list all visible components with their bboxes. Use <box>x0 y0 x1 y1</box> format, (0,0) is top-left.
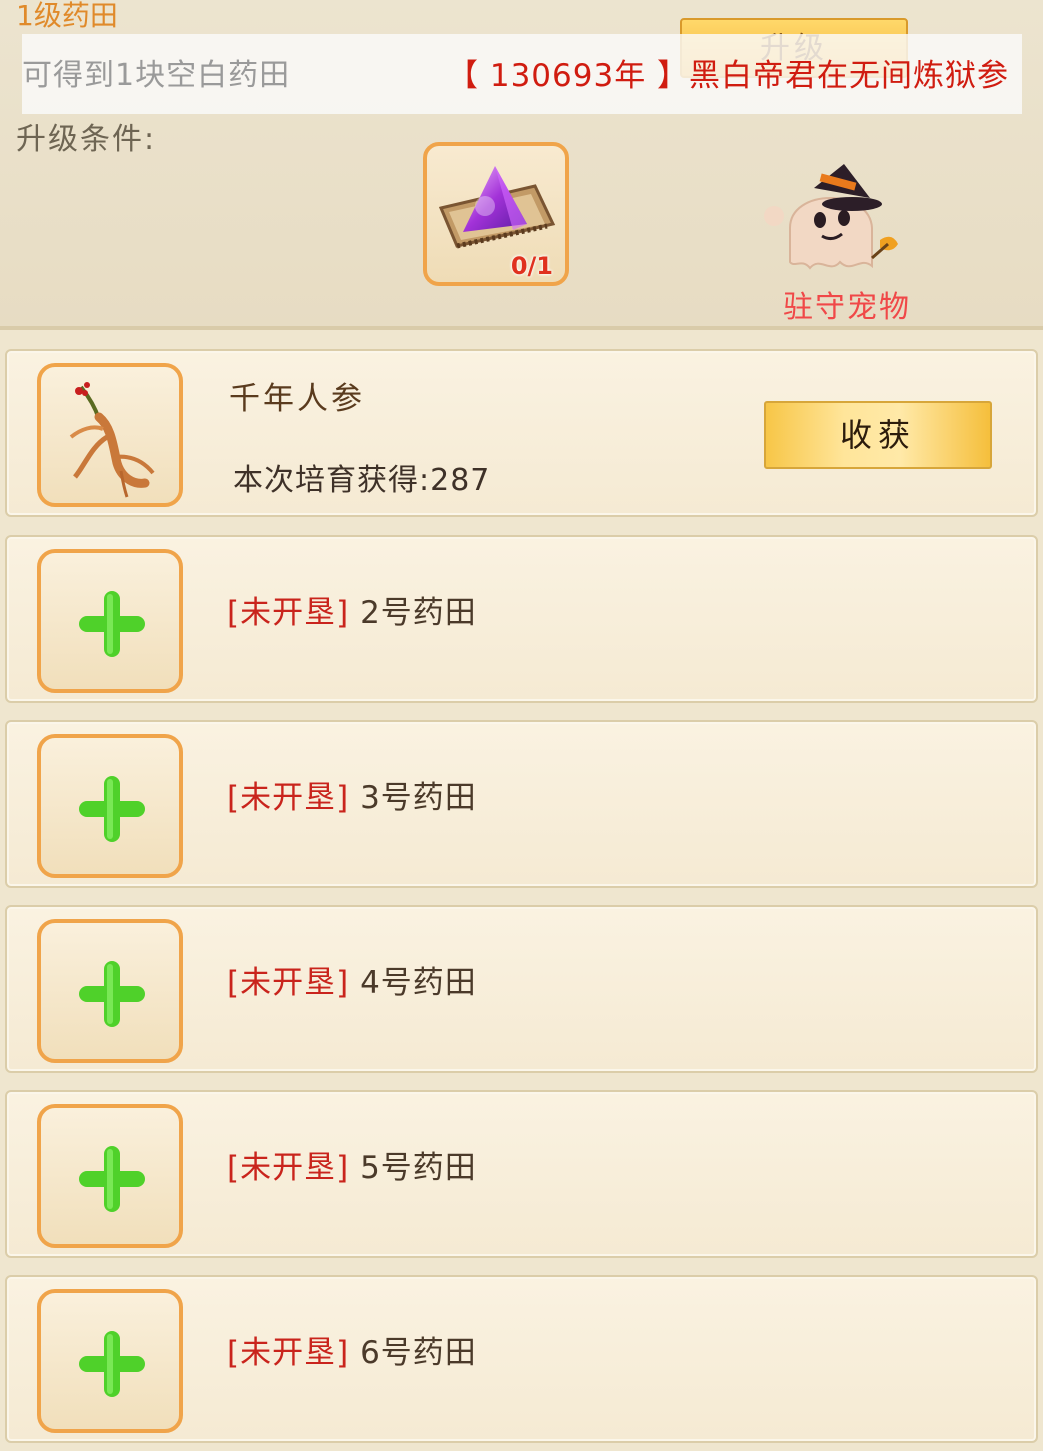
field-status: [未开垦] <box>227 1335 350 1371</box>
guard-pet-label: 驻守宠物 <box>783 290 911 325</box>
field-row-6: [未开垦] 6号药田 <box>5 1275 1038 1443</box>
add-field-slot[interactable] <box>37 734 183 878</box>
field-label: [未开垦] 4号药田 <box>227 957 477 1002</box>
field-status: [未开垦] <box>227 965 350 1001</box>
plant-yield: 本次培育获得:287 <box>233 463 491 498</box>
add-field-slot[interactable] <box>37 1104 183 1248</box>
plus-icon <box>79 776 145 842</box>
field-label: [未开垦] 5号药田 <box>227 1142 477 1187</box>
upgrade-reward-text: 可得到1块空白药田 <box>22 58 291 93</box>
field-level-title: 1级药田 <box>16 0 118 32</box>
upgrade-panel: 1级药田 升级 可得到1块空白药田 【 130693年 】黑白帝君在无间炼狱参 … <box>0 0 1043 330</box>
plus-icon <box>79 1146 145 1212</box>
field-status: [未开垦] <box>227 1150 350 1186</box>
ginseng-icon <box>69 382 155 498</box>
add-field-slot[interactable] <box>37 1289 183 1433</box>
plant-name: 千年人参 <box>229 381 365 417</box>
field-label: [未开垦] 3号药田 <box>227 772 477 817</box>
plus-icon <box>79 961 145 1027</box>
field-status: [未开垦] <box>227 780 350 816</box>
ghost-witch-hat-pet-icon[interactable] <box>760 158 920 288</box>
broadcast-message: 【 130693年 】黑白帝君在无间炼狱参 <box>447 58 1010 94</box>
field-name: 4号药田 <box>360 965 477 1001</box>
field-label: [未开垦] 2号药田 <box>227 587 477 632</box>
field-status: [未开垦] <box>227 595 350 631</box>
field-row-5: [未开垦] 5号药田 <box>5 1090 1038 1258</box>
upgrade-conditions-label: 升级条件: <box>16 122 157 157</box>
field-name: 2号药田 <box>360 595 477 631</box>
plant-slot[interactable] <box>37 363 183 507</box>
broadcast-ticker: 可得到1块空白药田 【 130693年 】黑白帝君在无间炼狱参 <box>22 34 1022 114</box>
field-row-1: 千年人参 本次培育获得:287 收获 <box>5 349 1038 517</box>
upgrade-material-slot[interactable]: 0/1 <box>423 142 569 286</box>
field-row-2: [未开垦] 2号药田 <box>5 535 1038 703</box>
add-field-slot[interactable] <box>37 549 183 693</box>
plus-icon <box>79 591 145 657</box>
field-label: [未开垦] 6号药田 <box>227 1327 477 1372</box>
add-field-slot[interactable] <box>37 919 183 1063</box>
harvest-button[interactable]: 收获 <box>764 401 992 469</box>
field-row-3: [未开垦] 3号药田 <box>5 720 1038 888</box>
field-name: 5号药田 <box>360 1150 477 1186</box>
field-name: 6号药田 <box>360 1335 477 1371</box>
material-count: 0/1 <box>510 252 553 280</box>
field-name: 3号药田 <box>360 780 477 816</box>
plus-icon <box>79 1331 145 1397</box>
field-row-4: [未开垦] 4号药田 <box>5 905 1038 1073</box>
